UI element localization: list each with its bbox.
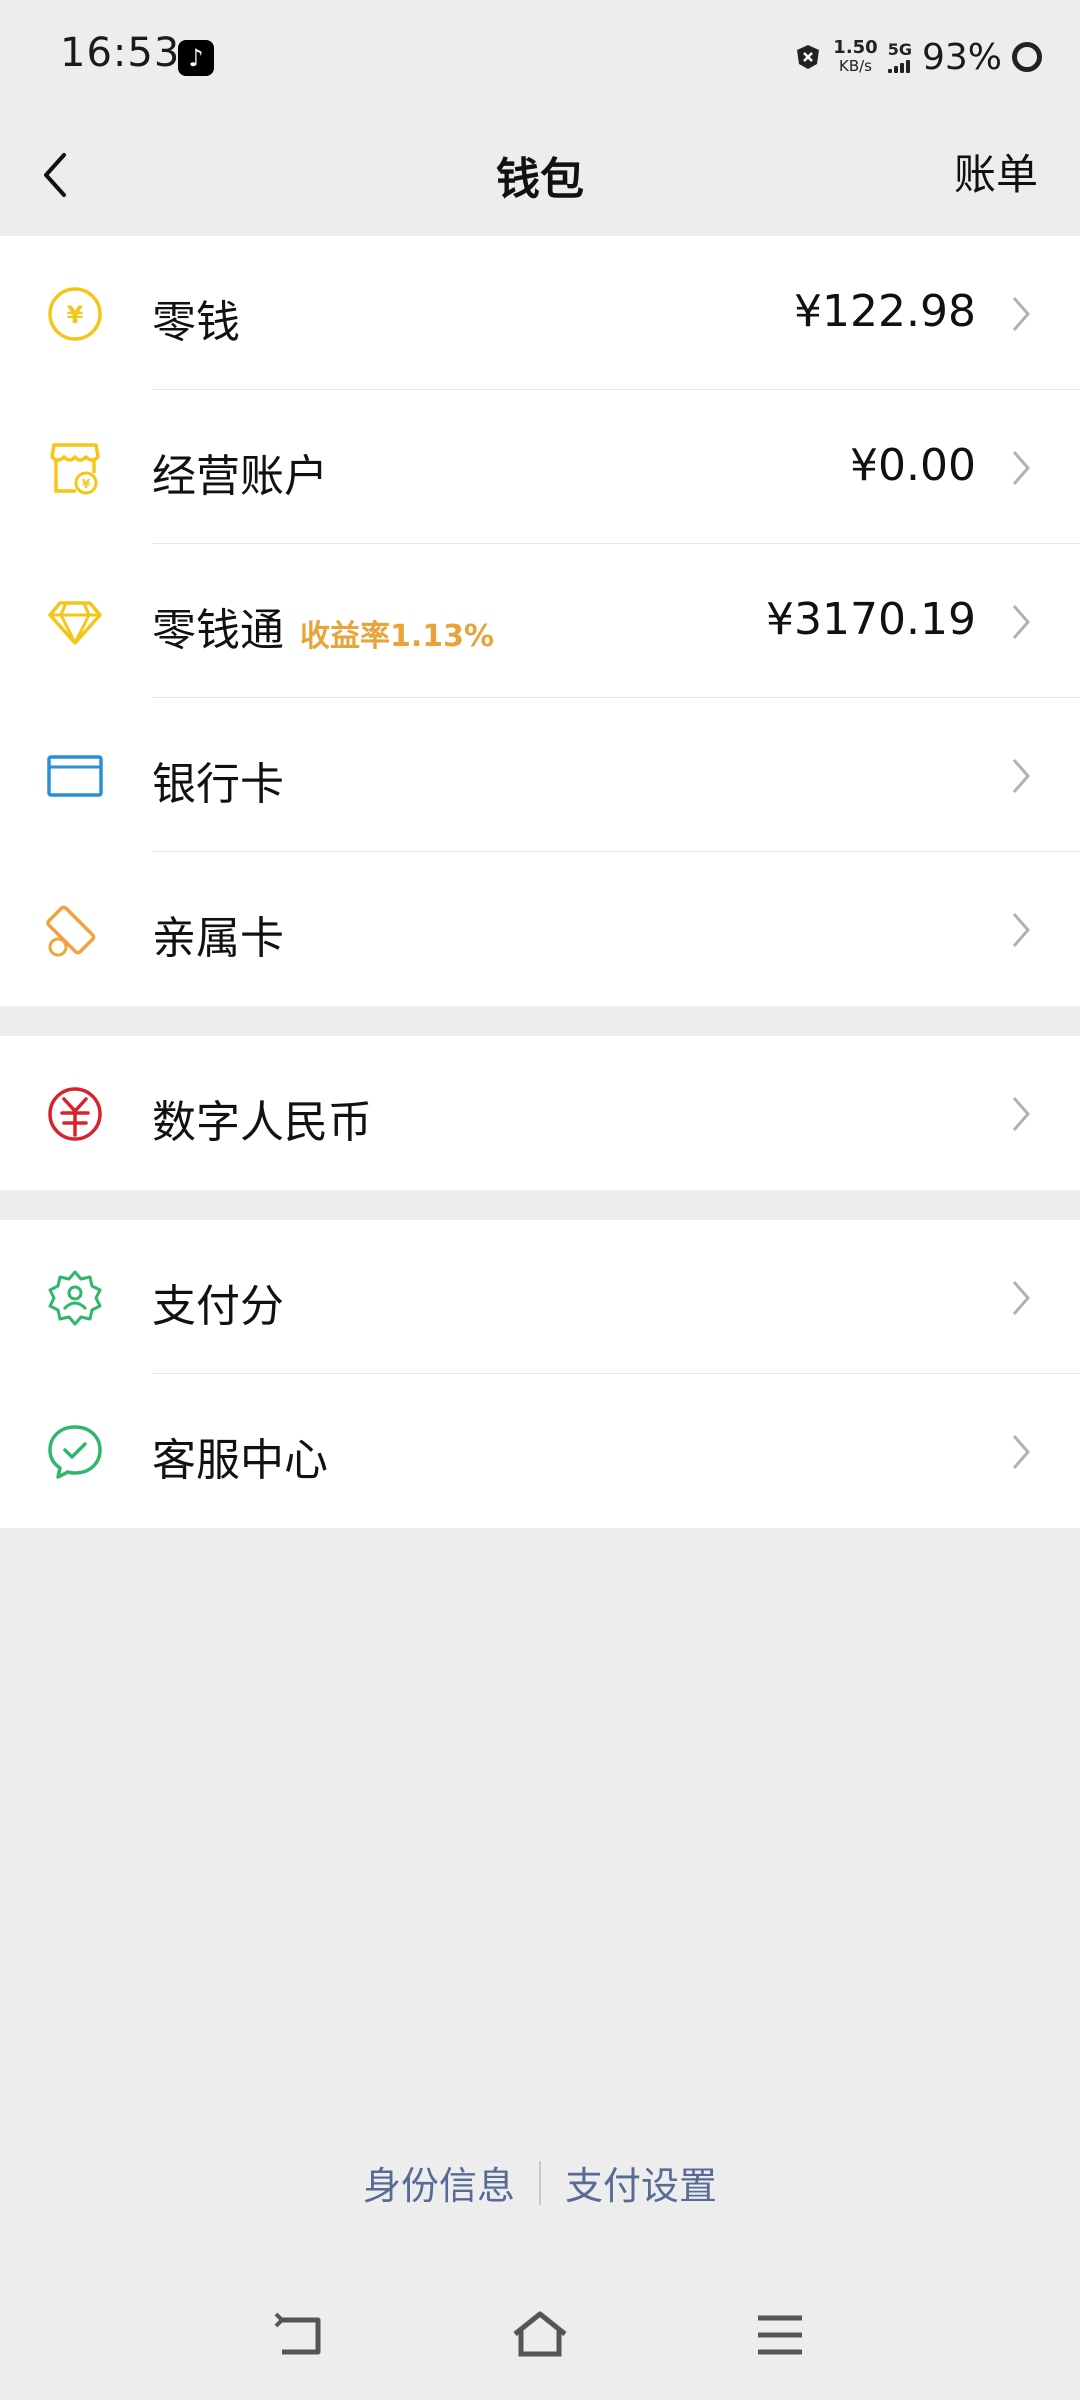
row-pay-score[interactable]: 支付分 (0, 1220, 1080, 1374)
row-value: ¥0.00 (850, 440, 976, 491)
yuan-coin-icon: ¥ (48, 287, 102, 341)
diamond-icon (48, 601, 102, 645)
row-value: ¥122.98 (794, 286, 976, 337)
page-title: 钱包 (496, 154, 584, 205)
system-home-icon[interactable] (511, 2310, 569, 2360)
svg-text:¥: ¥ (67, 301, 84, 329)
status-time: 16:53 (60, 30, 181, 76)
row-label: 银行卡 (152, 759, 284, 810)
footer-links: 身份信息 支付设置 (0, 2155, 1080, 2210)
wallet-group-services: 支付分 客服中心 (0, 1220, 1080, 1528)
footer-separator (539, 2160, 541, 2205)
tiktok-notification-icon: ♪ (178, 40, 214, 76)
row-customer-service[interactable]: 客服中心 (0, 1374, 1080, 1528)
chevron-right-icon (1012, 297, 1030, 331)
nav-bar: 钱包 账单 (0, 115, 1080, 235)
row-lingqiantong[interactable]: 零钱通 收益率1.13% ¥3170.19 (0, 544, 1080, 698)
chevron-right-icon (1012, 1281, 1030, 1315)
row-digital-rmb[interactable]: 数字人民币 (0, 1036, 1080, 1190)
chevron-right-icon (1012, 913, 1030, 947)
chevron-right-icon (1012, 451, 1030, 485)
bill-button[interactable]: 账单 (954, 141, 1038, 202)
chevron-right-icon (1012, 759, 1030, 793)
yield-rate-badge: 收益率1.13% (300, 619, 495, 654)
customer-service-icon (48, 1425, 102, 1479)
card-icon (47, 755, 103, 797)
row-business-account[interactable]: ¥ 经营账户 ¥0.00 (0, 390, 1080, 544)
row-balance[interactable]: ¥ 零钱 ¥122.98 (0, 236, 1080, 390)
system-nav-bar (0, 2290, 1080, 2380)
row-value: ¥3170.19 (766, 594, 976, 645)
battery-percent: 93% (921, 36, 1002, 78)
status-indicators: 1.50 KB/s 5G 93% (793, 30, 1042, 84)
battery-icon (1012, 42, 1042, 72)
row-bank-card[interactable]: 银行卡 (0, 698, 1080, 852)
row-label: 客服中心 (152, 1435, 328, 1486)
row-label: 亲属卡 (152, 913, 284, 964)
net-speed-unit: KB/s (839, 57, 872, 75)
digital-rmb-icon (48, 1087, 102, 1141)
row-label: 数字人民币 (152, 1097, 372, 1148)
row-label: 零钱通 收益率1.13% (152, 594, 494, 658)
pay-settings-link[interactable]: 支付设置 (565, 2155, 717, 2210)
shop-icon: ¥ (50, 443, 100, 495)
family-card-icon (46, 905, 96, 957)
pay-score-icon (48, 1270, 102, 1326)
row-label: 经营账户 (152, 451, 328, 502)
row-label: 零钱 (152, 297, 240, 348)
system-back-icon[interactable] (272, 2310, 328, 2360)
row-label: 支付分 (152, 1281, 284, 1332)
system-menu-icon[interactable] (756, 2310, 804, 2360)
chevron-right-icon (1012, 1435, 1030, 1469)
svg-text:¥: ¥ (82, 477, 91, 491)
identity-info-link[interactable]: 身份信息 (363, 2155, 515, 2210)
vpn-shield-icon (797, 45, 820, 69)
signal-bars-icon (887, 59, 910, 73)
network-speed: 1.50 KB/s (833, 37, 878, 76)
row-family-card[interactable]: 亲属卡 (0, 852, 1080, 1006)
status-bar: 16:53 ♪ 1.50 KB/s 5G 93% (0, 0, 1080, 115)
signal-indicator: 5G (887, 40, 912, 73)
net-speed-value: 1.50 (833, 37, 878, 58)
signal-type: 5G (887, 40, 912, 59)
row-label-text: 零钱通 (152, 605, 284, 656)
wallet-group-digital-rmb: 数字人民币 (0, 1036, 1080, 1190)
chevron-right-icon (1012, 1097, 1030, 1131)
wallet-group-main: ¥ 零钱 ¥122.98 ¥ 经营账户 ¥0.00 零钱通 收益率1.13% ¥3… (0, 236, 1080, 1006)
chevron-right-icon (1012, 605, 1030, 639)
